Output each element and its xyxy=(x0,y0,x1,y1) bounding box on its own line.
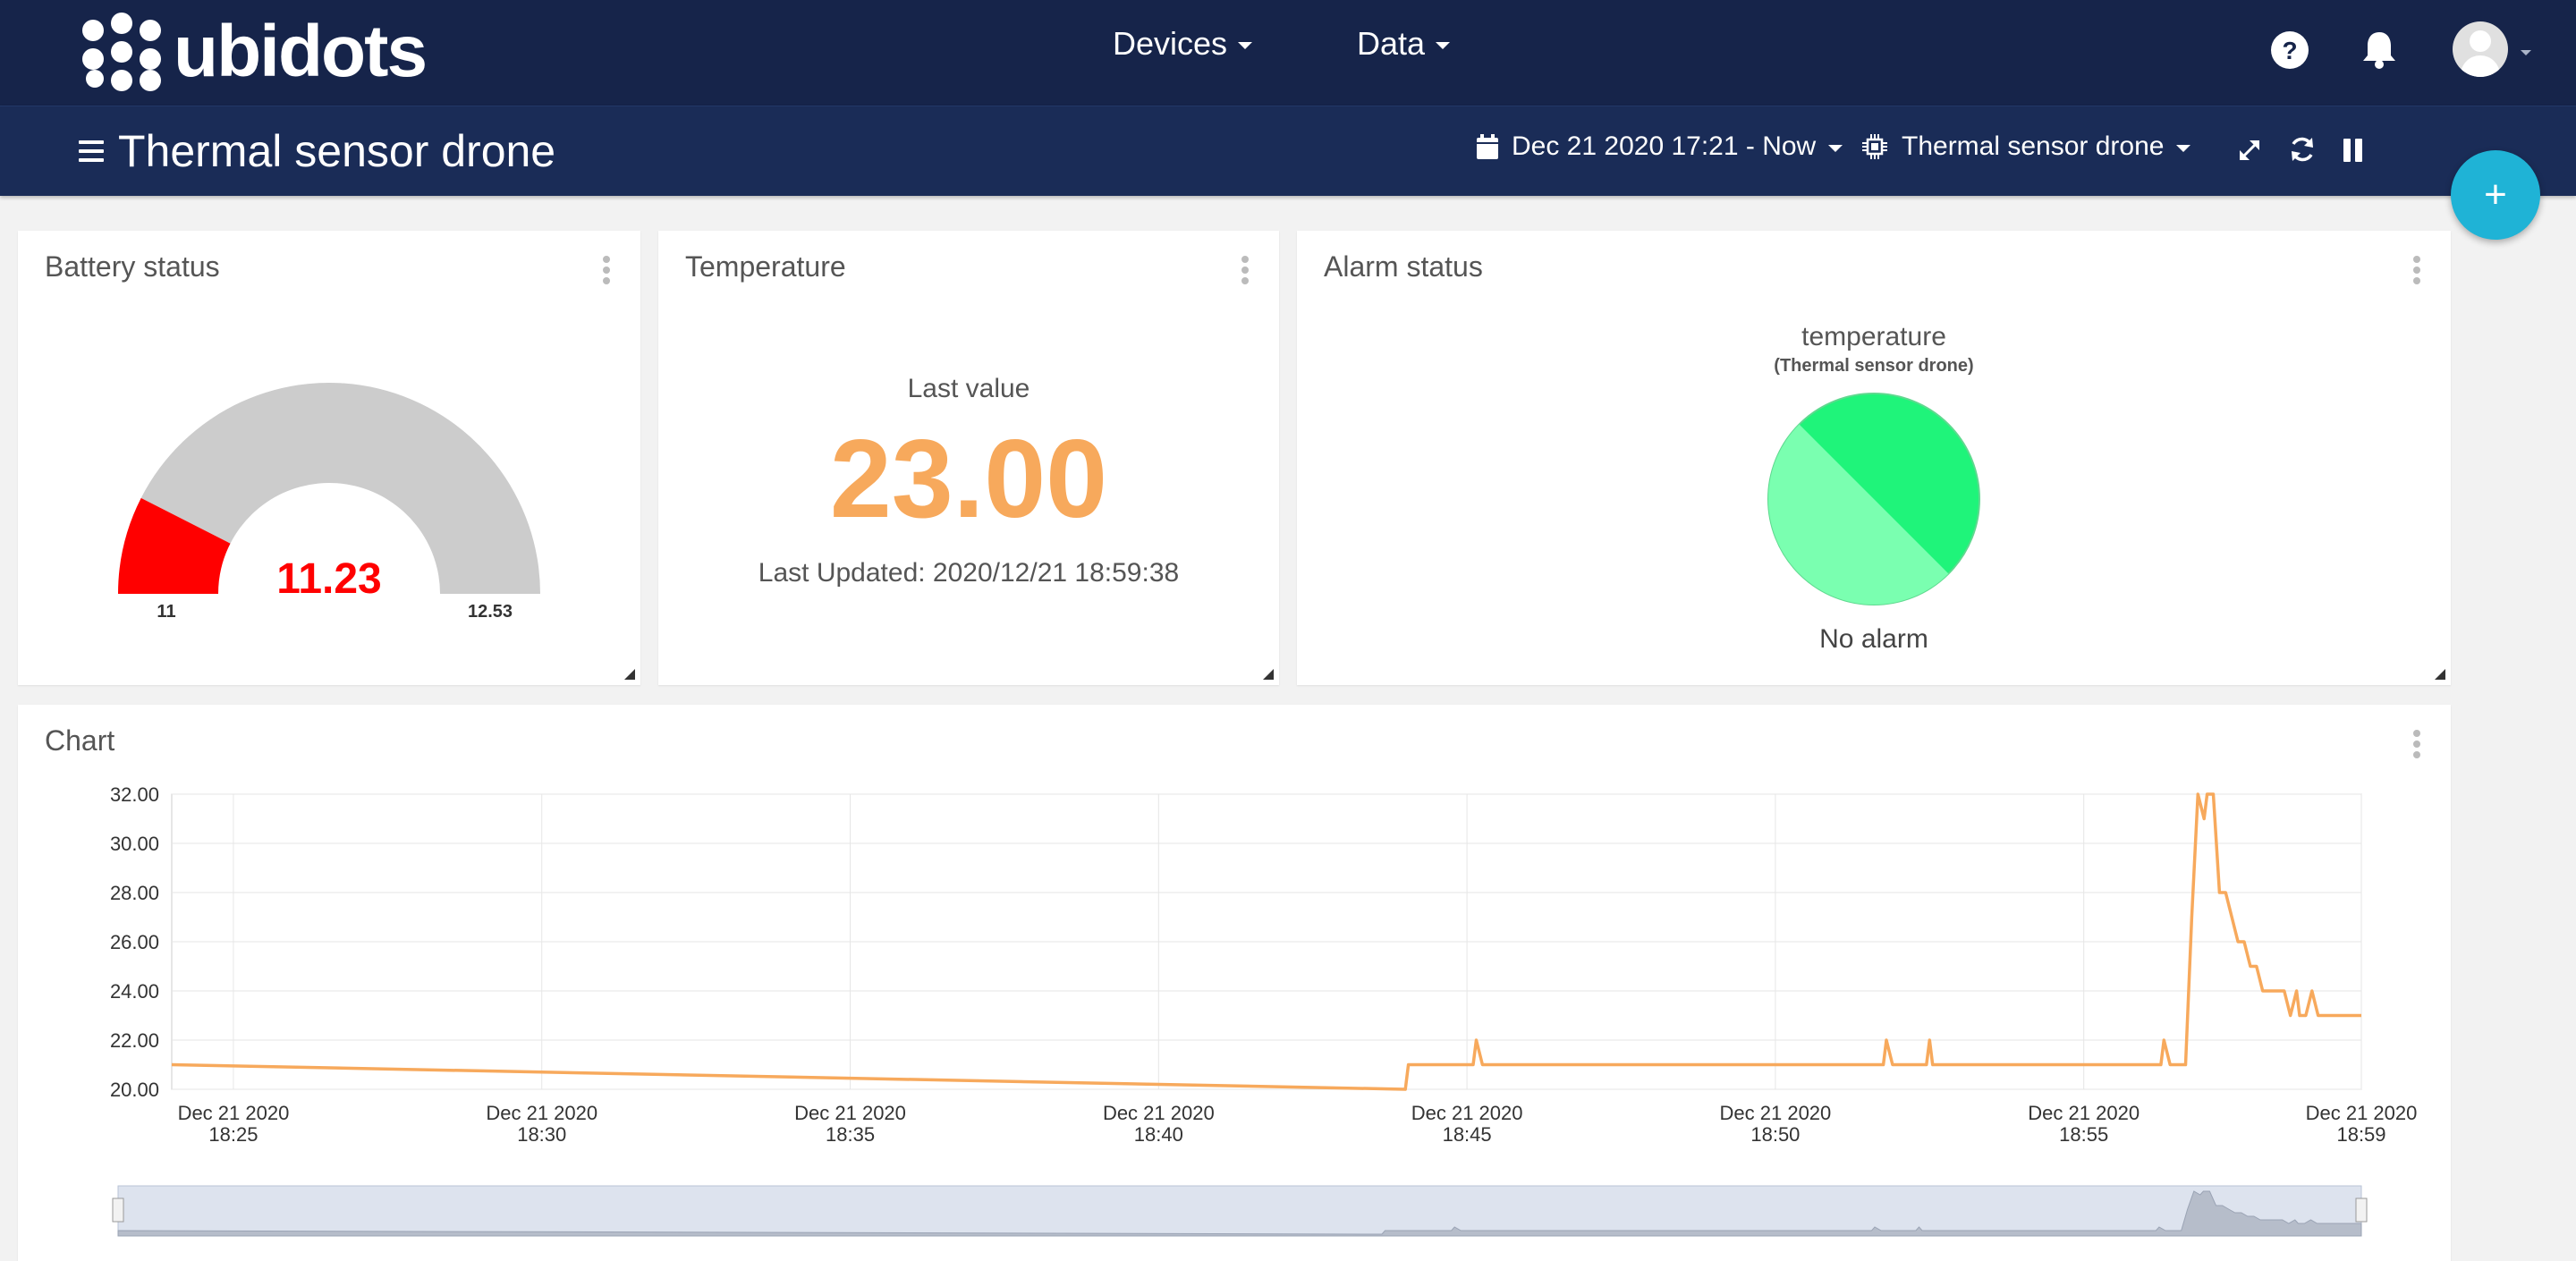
chart-widget: Chart 32.00 30.00 28.00 26.00 24.00 22.00 20.0… xyxy=(18,705,2451,1261)
y-tick-label: 28.00 xyxy=(110,882,159,904)
devices-menu[interactable]: Devices xyxy=(1113,25,1253,63)
svg-text:?: ? xyxy=(2282,37,2297,64)
x-tick-label: 18:35 xyxy=(826,1123,875,1146)
chevron-down-icon[interactable] xyxy=(2521,50,2531,55)
plus-icon: + xyxy=(2484,173,2507,216)
x-tick-label: Dec 21 2020 xyxy=(2028,1102,2140,1124)
x-tick-label: Dec 21 2020 xyxy=(178,1102,290,1124)
chevron-down-icon xyxy=(1436,42,1451,49)
navigator-right-handle[interactable] xyxy=(2355,1198,2368,1223)
x-tick-label: 18:55 xyxy=(2059,1123,2108,1146)
user-avatar[interactable] xyxy=(2453,21,2508,77)
device-filter[interactable]: Thermal sensor drone xyxy=(1860,131,2191,162)
chevron-down-icon xyxy=(2176,145,2191,152)
add-widget-button[interactable]: + xyxy=(2451,150,2540,240)
x-tick-label: 18:40 xyxy=(1134,1123,1183,1146)
expand-icon xyxy=(2240,140,2259,160)
alarm-status-label: No alarm xyxy=(1819,624,1928,654)
device-filter-label: Thermal sensor drone xyxy=(1902,131,2165,161)
gauge-min-label: 11 xyxy=(157,602,175,622)
date-range-label: Dec 21 2020 17:21 - Now xyxy=(1512,131,1817,161)
resize-handle-icon[interactable] xyxy=(624,669,635,680)
y-tick-label: 26.00 xyxy=(110,931,159,953)
more-options-icon[interactable] xyxy=(1241,256,1249,284)
ubidots-logo[interactable]: ubidots xyxy=(82,11,428,92)
refresh-icon xyxy=(2292,137,2313,162)
alarm-indicator xyxy=(1767,393,1980,605)
chip-icon xyxy=(1862,134,1887,159)
x-tick-label: 18:30 xyxy=(517,1123,566,1146)
chevron-down-icon xyxy=(1828,145,1843,152)
x-tick-label: 18:59 xyxy=(2336,1123,2385,1146)
pause-button[interactable] xyxy=(2342,137,2365,168)
x-tick-label: Dec 21 2020 xyxy=(486,1102,597,1124)
temperature-widget: Temperature Last value 23.00 Last Update… xyxy=(658,231,1279,685)
y-tick-label: 32.00 xyxy=(110,783,159,806)
date-range-picker[interactable]: Dec 21 2020 17:21 - Now xyxy=(1476,131,1843,162)
y-tick-label: 24.00 xyxy=(110,980,159,1003)
battery-gauge: 11.23 11 12.53 xyxy=(118,383,540,622)
resize-handle-icon[interactable] xyxy=(1263,669,1274,680)
menu-icon[interactable] xyxy=(79,140,104,162)
y-tick-label: 22.00 xyxy=(110,1029,159,1052)
resize-handle-icon[interactable] xyxy=(2435,669,2445,680)
widget-title: Temperature xyxy=(685,250,846,283)
dashboard-title: Thermal sensor drone xyxy=(118,126,556,176)
navigator-left-handle[interactable] xyxy=(112,1198,124,1223)
dashboard-header: Thermal sensor drone Dec 21 2020 17:21 -… xyxy=(0,106,2576,196)
top-navbar: ubidots Devices Data ? xyxy=(0,0,2576,106)
devices-menu-label: Devices xyxy=(1113,25,1228,62)
pause-icon xyxy=(2343,139,2362,162)
temperature-value: 23.00 xyxy=(829,418,1108,541)
data-menu[interactable]: Data xyxy=(1357,25,1451,63)
widget-title: Alarm status xyxy=(1324,250,1483,283)
fullscreen-button[interactable] xyxy=(2236,137,2263,168)
x-tick-label: 18:50 xyxy=(1750,1123,1800,1146)
last-updated-label: Last Updated: 2020/12/21 18:59:38 xyxy=(758,558,1180,588)
bell-icon xyxy=(2363,32,2395,69)
x-tick-label: Dec 21 2020 xyxy=(794,1102,906,1124)
x-tick-label: 18:25 xyxy=(208,1123,258,1146)
alarm-variable-label: temperature xyxy=(1801,322,1946,351)
x-tick-label: Dec 21 2020 xyxy=(1720,1102,1832,1124)
help-icon: ? xyxy=(2271,31,2309,69)
temperature-line-chart[interactable]: 32.00 30.00 28.00 26.00 24.00 22.00 20.00 Dec 2… xyxy=(18,705,2451,1261)
data-menu-label: Data xyxy=(1357,25,1426,62)
x-tick-label: Dec 21 2020 xyxy=(1103,1102,1215,1124)
y-tick-label: 20.00 xyxy=(110,1079,159,1101)
logo-text: ubidots xyxy=(174,11,428,92)
alarm-device-label: (Thermal sensor drone) xyxy=(1774,356,1974,376)
more-options-icon[interactable] xyxy=(2413,256,2420,284)
x-tick-label: 18:45 xyxy=(1443,1123,1492,1146)
gauge-max-label: 12.53 xyxy=(468,602,513,622)
logo-dots-icon xyxy=(82,13,161,91)
navigator-background xyxy=(117,1185,2362,1237)
battery-widget: Battery status 11.23 11 12.53 xyxy=(18,231,640,685)
alarm-widget: Alarm status temperature (Thermal sensor… xyxy=(1297,231,2451,685)
refresh-button[interactable] xyxy=(2288,135,2317,168)
calendar-icon xyxy=(1477,134,1498,159)
gauge-value: 11.23 xyxy=(276,555,381,603)
help-button[interactable]: ? xyxy=(2270,30,2309,74)
last-value-label: Last value xyxy=(907,374,1030,403)
y-tick-label: 30.00 xyxy=(110,833,159,855)
x-tick-label: Dec 21 2020 xyxy=(1411,1102,1523,1124)
x-tick-label: Dec 21 2020 xyxy=(2306,1102,2418,1124)
chevron-down-icon xyxy=(1238,42,1253,49)
notifications-button[interactable] xyxy=(2361,29,2397,74)
